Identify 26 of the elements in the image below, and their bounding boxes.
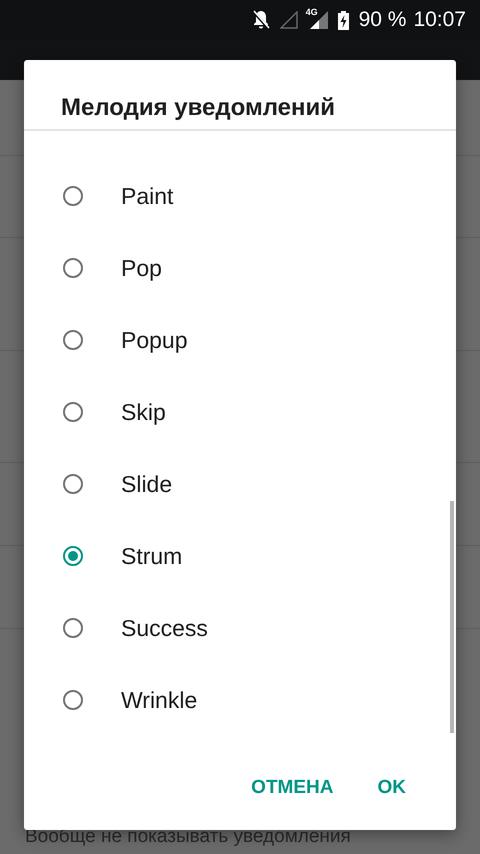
option-label[interactable]: Skip [121, 398, 166, 426]
radio-button[interactable] [63, 474, 83, 494]
setting-description: Вообще не показывать уведомления [25, 826, 351, 848]
ok-button[interactable]: OK [358, 767, 426, 809]
radio-button[interactable] [63, 690, 83, 710]
battery-level: 90 % [358, 8, 406, 32]
cancel-button[interactable]: ОТМЕНА [231, 767, 354, 809]
option-label[interactable]: Wrinkle [121, 686, 198, 714]
option-label[interactable]: Paint [121, 182, 174, 210]
radio-button[interactable] [63, 258, 83, 278]
radio-button[interactable] [63, 402, 83, 422]
option-label[interactable]: Pop [121, 254, 162, 282]
radio-button[interactable] [63, 330, 83, 350]
clock: 10:07 [413, 8, 466, 32]
option-label[interactable]: Popup [121, 326, 188, 354]
option-label[interactable]: Success [121, 614, 208, 642]
radio-button[interactable] [63, 186, 83, 206]
dialog-title: Мелодия уведомлений [60, 93, 336, 123]
option-label[interactable]: Slide [121, 470, 172, 498]
radio-button[interactable] [63, 618, 83, 638]
radio-button[interactable] [63, 546, 83, 566]
option-label[interactable]: Strum [121, 542, 182, 570]
signal-icon [280, 11, 298, 29]
notifications-off-icon [252, 10, 270, 30]
battery-charging-icon [338, 10, 349, 30]
network-type: 4G [306, 7, 318, 17]
